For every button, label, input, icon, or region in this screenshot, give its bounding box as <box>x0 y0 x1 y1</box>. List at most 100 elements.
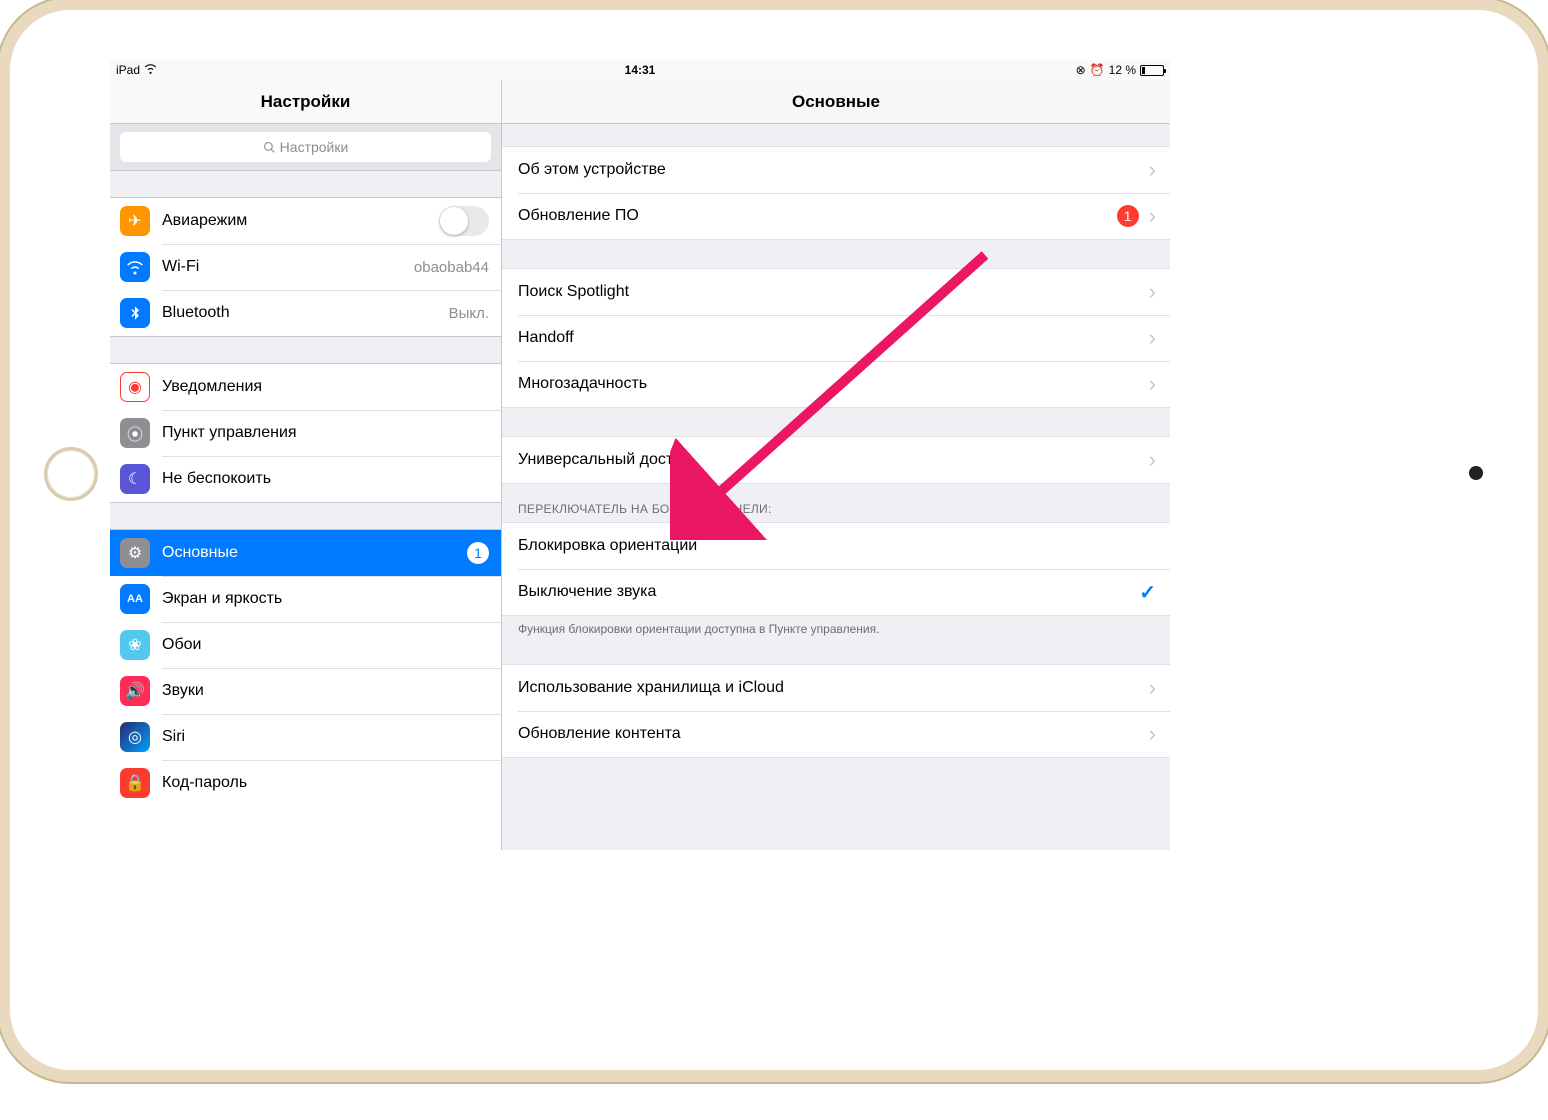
sidebar-item-notifications[interactable]: ◉ Уведомления <box>110 364 501 410</box>
sidebar-item-sounds[interactable]: 🔊 Звуки <box>110 668 501 714</box>
sidebar-item-label: Не беспокоить <box>162 470 489 488</box>
sidebar-item-display[interactable]: AA Экран и яркость <box>110 576 501 622</box>
cell-label: Блокировка ориентации <box>518 537 1156 555</box>
cell-background-refresh[interactable]: Обновление контента › <box>502 711 1170 757</box>
sidebar-item-bluetooth[interactable]: Bluetooth Выкл. <box>110 290 501 336</box>
group-accessibility: Универсальный доступ › <box>502 436 1170 484</box>
cell-spotlight[interactable]: Поиск Spotlight › <box>502 269 1170 315</box>
sidebar-item-label: Звуки <box>162 682 489 700</box>
chevron-right-icon: › <box>1149 281 1156 303</box>
spacer <box>110 336 501 364</box>
cell-software-update[interactable]: Обновление ПО 1 › <box>502 193 1170 239</box>
orientation-lock-icon: ⊗ <box>1076 63 1086 77</box>
sidebar-item-siri[interactable]: ◎ Siri <box>110 714 501 760</box>
cell-label: Использование хранилища и iCloud <box>518 679 1149 697</box>
dnd-icon: ☾ <box>120 464 150 494</box>
airplane-toggle[interactable] <box>439 206 489 236</box>
checkmark-icon: ✓ <box>1139 580 1156 605</box>
sidebar-item-control-center[interactable]: ⦿ Пункт управления <box>110 410 501 456</box>
sidebar-item-airplane[interactable]: ✈ Авиарежим <box>110 198 501 244</box>
cell-label: Handoff <box>518 329 1149 347</box>
search-placeholder: Настройки <box>280 139 349 155</box>
airplane-icon: ✈ <box>120 206 150 236</box>
cell-label: Универсальный доступ <box>518 451 1149 469</box>
detail-title: Основные <box>502 80 1170 124</box>
sidebar-item-wifi[interactable]: Wi-Fi obaobab44 <box>110 244 501 290</box>
spacer <box>110 502 501 530</box>
sidebar-item-label: Авиарежим <box>162 212 439 230</box>
search-input[interactable]: Настройки <box>120 132 491 162</box>
alarm-icon: ⏰ <box>1090 63 1105 77</box>
cell-label: Обновление ПО <box>518 207 1117 225</box>
screen: iPad 14:31 ⊗ ⏰ 12 % Настройки Нас <box>110 60 1170 850</box>
cell-mute[interactable]: Выключение звука ✓ <box>502 569 1170 615</box>
search-wrap: Настройки <box>110 124 501 170</box>
cell-multitasking[interactable]: Многозадачность › <box>502 361 1170 407</box>
notifications-icon: ◉ <box>120 372 150 402</box>
cell-label: Обновление контента <box>518 725 1149 743</box>
sidebar-item-label: Основные <box>162 544 467 562</box>
gear-icon: ⚙ <box>120 538 150 568</box>
chevron-right-icon: › <box>1149 327 1156 349</box>
home-button[interactable] <box>47 450 95 498</box>
bluetooth-value: Выкл. <box>449 305 489 322</box>
wallpaper-icon: ❀ <box>120 630 150 660</box>
sidebar-item-general[interactable]: ⚙ Основные 1 <box>110 530 501 576</box>
chevron-right-icon: › <box>1149 373 1156 395</box>
detail-scroll[interactable]: Об этом устройстве › Обновление ПО 1 › П… <box>502 124 1170 850</box>
chevron-right-icon: › <box>1149 159 1156 181</box>
sounds-icon: 🔊 <box>120 676 150 706</box>
display-icon: AA <box>120 584 150 614</box>
cell-label: Выключение звука <box>518 583 1139 601</box>
chevron-right-icon: › <box>1149 449 1156 471</box>
sidebar-item-label: Bluetooth <box>162 304 449 322</box>
sidebar-item-label: Экран и яркость <box>162 590 489 608</box>
cell-lock-rotation[interactable]: Блокировка ориентации <box>502 523 1170 569</box>
group-spotlight: Поиск Spotlight › Handoff › Многозадачно… <box>502 268 1170 408</box>
clock: 14:31 <box>625 63 656 77</box>
spacer <box>110 170 501 198</box>
sidebar-item-label: Уведомления <box>162 378 489 396</box>
battery-text: 12 % <box>1109 63 1136 77</box>
status-bar: iPad 14:31 ⊗ ⏰ 12 % <box>110 60 1170 80</box>
bluetooth-icon <box>120 298 150 328</box>
sidebar-item-label: Пункт управления <box>162 424 489 442</box>
lock-icon: 🔒 <box>120 768 150 798</box>
cell-label: Поиск Spotlight <box>518 283 1149 301</box>
sidebar-item-label: Код-пароль <box>162 774 489 792</box>
control-center-icon: ⦿ <box>120 418 150 448</box>
sidebar-item-label: Wi-Fi <box>162 258 414 276</box>
sidebar-title: Настройки <box>110 80 501 124</box>
badge: 1 <box>467 542 489 564</box>
cell-about[interactable]: Об этом устройстве › <box>502 147 1170 193</box>
cell-label: Многозадачность <box>518 375 1149 393</box>
cell-storage-icloud[interactable]: Использование хранилища и iCloud › <box>502 665 1170 711</box>
sidebar-item-wallpaper[interactable]: ❀ Обои <box>110 622 501 668</box>
search-icon <box>263 141 276 154</box>
group-footer: Функция блокировки ориентации доступна в… <box>502 616 1170 636</box>
wifi-icon <box>120 252 150 282</box>
group-storage: Использование хранилища и iCloud › Обнов… <box>502 664 1170 758</box>
chevron-right-icon: › <box>1149 205 1156 227</box>
cell-label: Об этом устройстве <box>518 161 1149 179</box>
ipad-frame: iPad 14:31 ⊗ ⏰ 12 % Настройки Нас <box>10 10 1538 1070</box>
detail-panel: Основные Об этом устройстве › Обновление… <box>502 80 1170 850</box>
group-about: Об этом устройстве › Обновление ПО 1 › <box>502 146 1170 240</box>
chevron-right-icon: › <box>1149 723 1156 745</box>
front-camera <box>1469 466 1483 480</box>
group-label: ПЕРЕКЛЮЧАТЕЛЬ НА БОКОВОЙ ПАНЕЛИ: <box>502 484 1170 522</box>
sidebar: Настройки Настройки ✈ Авиарежим Wi-Fi <box>110 80 502 850</box>
sidebar-item-label: Обои <box>162 636 489 654</box>
siri-icon: ◎ <box>120 722 150 752</box>
chevron-right-icon: › <box>1149 677 1156 699</box>
battery-icon <box>1140 65 1164 76</box>
group-side-switch: Блокировка ориентации Выключение звука ✓ <box>502 522 1170 616</box>
sidebar-item-dnd[interactable]: ☾ Не беспокоить <box>110 456 501 502</box>
cell-handoff[interactable]: Handoff › <box>502 315 1170 361</box>
wifi-value: obaobab44 <box>414 259 489 276</box>
wifi-icon <box>144 62 157 78</box>
sidebar-item-label: Siri <box>162 728 489 746</box>
sidebar-item-passcode[interactable]: 🔒 Код-пароль <box>110 760 501 806</box>
cell-accessibility[interactable]: Универсальный доступ › <box>502 437 1170 483</box>
device-label: iPad <box>116 63 140 77</box>
